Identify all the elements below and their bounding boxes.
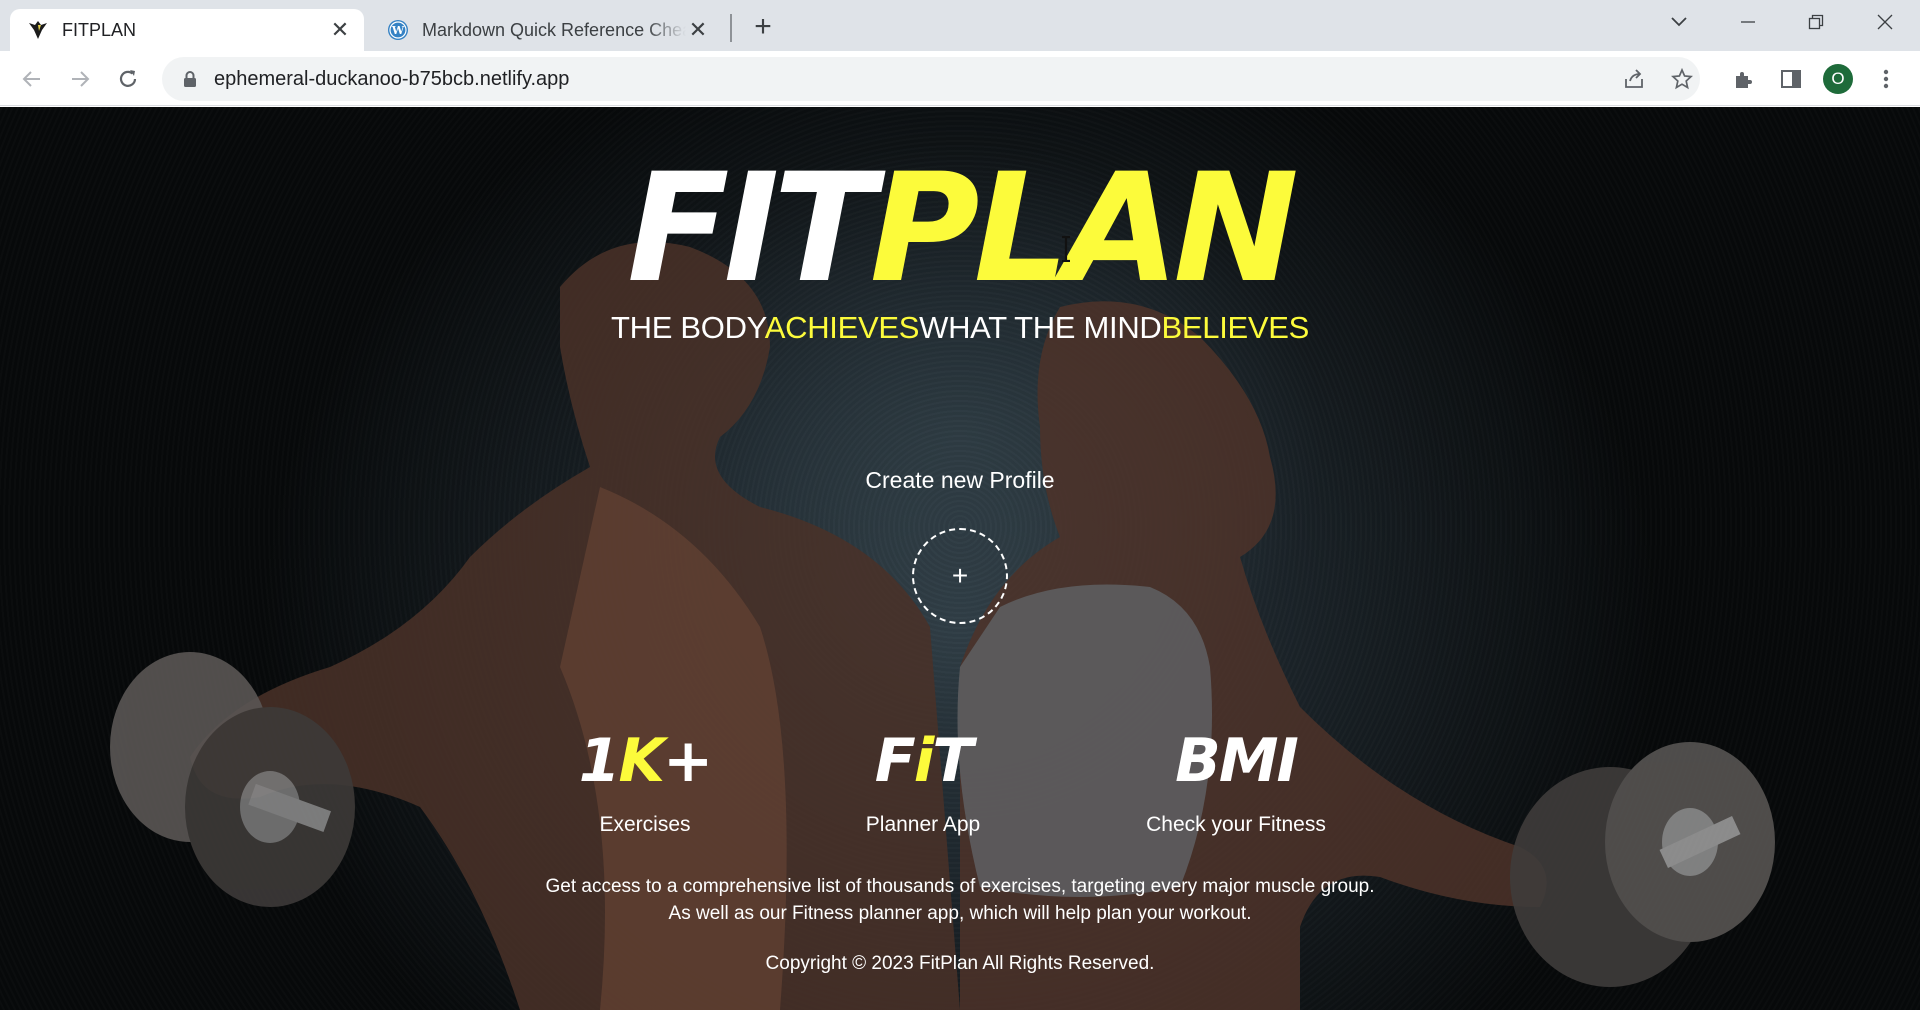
address-bar[interactable]: ephemeral-duckanoo-b75bcb.netlify.app: [162, 57, 1700, 101]
tab-markdown[interactable]: W Markdown Quick Reference Cheat Sheet ✕: [370, 9, 722, 51]
lock-icon[interactable]: [180, 69, 200, 89]
description-line: Get access to a comprehensive list of th…: [545, 876, 1375, 897]
copyright: Copyright © 2023 FitPlan All Rights Rese…: [765, 953, 1155, 974]
page-hero: FITPLAN THE BODYACHIEVESWHAT THE MINDBEL…: [0, 107, 1920, 1010]
tagline-part2: ACHIEVES: [764, 310, 920, 345]
stat-label: Exercises: [599, 813, 691, 836]
tagline-part3: WHAT THE MIND: [919, 310, 1162, 345]
fitplan-icon: [26, 18, 50, 42]
minimize-icon[interactable]: [1728, 4, 1768, 40]
svg-text:W: W: [391, 24, 405, 37]
stat-value: 1K+: [578, 726, 714, 796]
close-window-icon[interactable]: [1865, 4, 1905, 40]
tagline: THE BODYACHIEVESWHAT THE MINDBELIEVES: [0, 310, 1920, 346]
stat-planner: FiT Planner App: [773, 731, 1073, 837]
tab-fitplan[interactable]: FITPLAN ✕: [10, 9, 364, 51]
share-icon[interactable]: [1616, 57, 1652, 101]
stat-value: BMI: [1175, 726, 1299, 796]
plus-icon: +: [951, 560, 969, 591]
create-profile-label: Create new Profile: [865, 467, 1055, 493]
reload-icon[interactable]: [112, 63, 144, 95]
tab-title: FITPLAN: [62, 19, 137, 40]
stat-exercises: 1K+ Exercises: [495, 731, 795, 837]
tab-title: Markdown Quick Reference Cheat Sheet: [422, 19, 686, 40]
logo-plan: PLAN: [869, 142, 1299, 316]
tagline-part4: BELIEVES: [1161, 310, 1310, 345]
create-profile-button[interactable]: +: [912, 528, 1008, 624]
fitplan-logo: FITPLAN: [0, 154, 1920, 304]
wordpress-icon: W: [386, 18, 410, 42]
restore-icon[interactable]: [1796, 4, 1836, 40]
menu-kebab-icon[interactable]: [1870, 63, 1902, 95]
stat-label: Planner App: [865, 813, 981, 836]
stat-label: Check your Fitness: [1146, 813, 1326, 836]
logo-fit: FIT: [627, 142, 876, 316]
extensions-icon[interactable]: [1727, 63, 1759, 95]
profile-avatar[interactable]: O: [1823, 64, 1853, 94]
close-tab-icon[interactable]: ✕: [328, 18, 352, 42]
description-line: As well as our Fitness planner app, whic…: [668, 903, 1252, 924]
new-tab-icon[interactable]: +: [746, 10, 780, 44]
side-panel-icon[interactable]: [1775, 63, 1807, 95]
close-tab-icon[interactable]: ✕: [686, 18, 710, 42]
tagline-part1: THE BODY: [610, 310, 765, 345]
back-icon[interactable]: [16, 63, 48, 95]
stat-bmi: BMI Check your Fitness: [1086, 731, 1386, 837]
text-cursor-icon: [1062, 236, 1070, 262]
stat-value: FiT: [874, 726, 974, 796]
browser-toolbar: ephemeral-duckanoo-b75bcb.netlify.app O: [0, 51, 1920, 106]
forward-icon[interactable]: [64, 63, 96, 95]
description: Get access to a comprehensive list of th…: [0, 873, 1920, 927]
tab-separator: [730, 14, 732, 42]
url-text: ephemeral-duckanoo-b75bcb.netlify.app: [214, 67, 570, 90]
bookmark-star-icon[interactable]: [1664, 57, 1700, 101]
tab-search-icon[interactable]: [1659, 4, 1699, 40]
tab-strip: FITPLAN ✕ W Markdown Quick Reference Che…: [0, 0, 1920, 51]
